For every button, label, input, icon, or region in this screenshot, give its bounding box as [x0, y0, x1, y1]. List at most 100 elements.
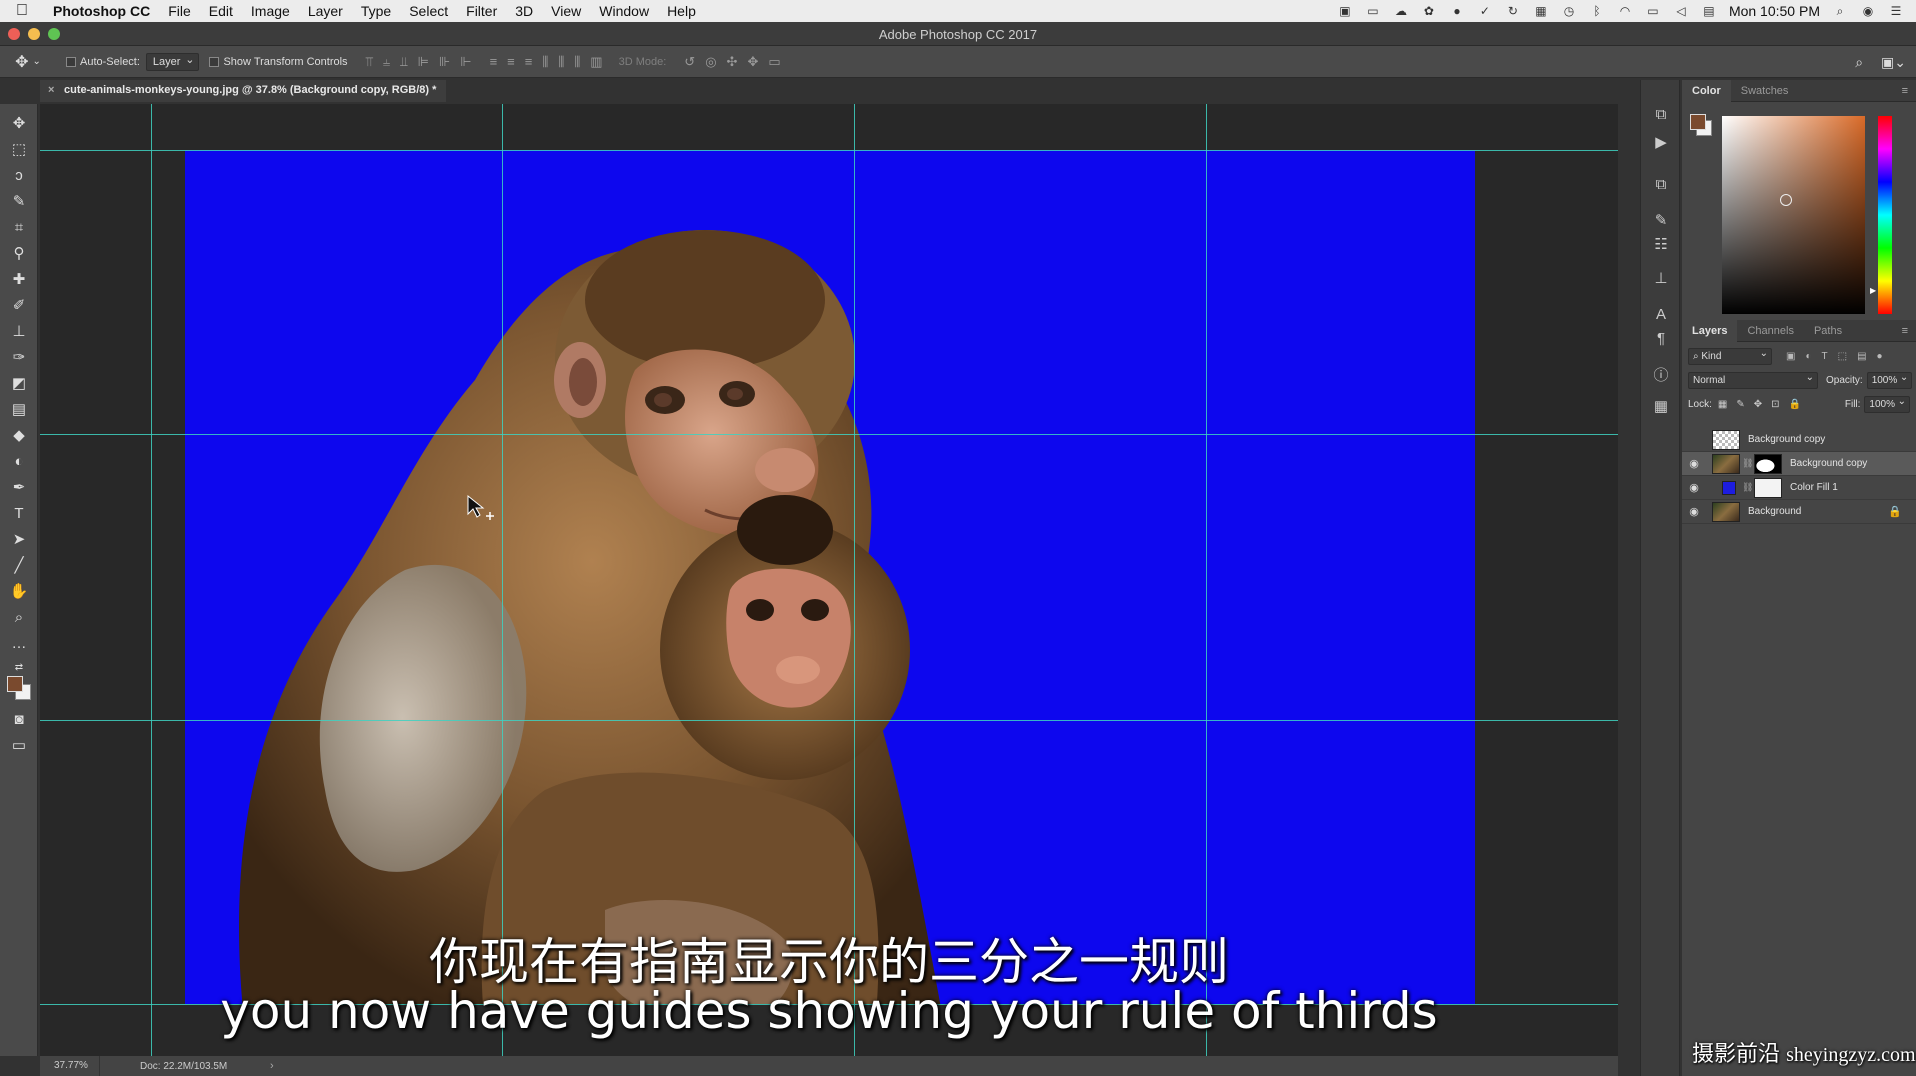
- zoom-level[interactable]: 37.77%: [40, 1056, 100, 1076]
- line-tool-icon[interactable]: ╱: [7, 554, 31, 576]
- menu-3d[interactable]: 3D: [506, 3, 542, 19]
- hue-slider-handle[interactable]: ▶: [1870, 286, 1876, 295]
- filter-adjustment-icon[interactable]: ◐: [1805, 351, 1811, 362]
- dodge-tool-icon[interactable]: ◐: [7, 450, 31, 472]
- layer-filter-dropdown[interactable]: ⌕ Kind: [1688, 348, 1772, 365]
- clone-stamp-tool-icon[interactable]: ⊥: [7, 320, 31, 342]
- auto-select-target-dropdown[interactable]: Layer: [145, 52, 200, 71]
- menu-file[interactable]: File: [159, 3, 200, 19]
- layer-row[interactable]: ◉ Background copy: [1682, 428, 1916, 452]
- guide-vertical-4[interactable]: [1206, 104, 1207, 1056]
- filter-shape-icon[interactable]: ⬚: [1838, 351, 1847, 362]
- history-panel-icon[interactable]: ⧉: [1647, 102, 1675, 126]
- blend-mode-dropdown[interactable]: Normal: [1688, 372, 1818, 389]
- filter-pixel-icon[interactable]: ▣: [1786, 351, 1795, 362]
- cloud-icon[interactable]: ☁: [1393, 4, 1409, 18]
- layer-row[interactable]: ◉ Background 🔒: [1682, 500, 1916, 524]
- filter-type-icon[interactable]: T: [1822, 351, 1828, 362]
- filter-toggle-icon[interactable]: ●: [1877, 351, 1883, 362]
- move-tool-icon[interactable]: ✥: [7, 112, 31, 134]
- path-selection-tool-icon[interactable]: ➤: [7, 528, 31, 550]
- guide-horizontal-1[interactable]: [40, 150, 1618, 151]
- menu-view[interactable]: View: [542, 3, 590, 19]
- hue-slider[interactable]: [1878, 116, 1892, 314]
- color-picker-ring[interactable]: [1780, 194, 1792, 206]
- marquee-tool-icon[interactable]: ⬚: [7, 138, 31, 160]
- lasso-tool-icon[interactable]: ↄ: [7, 164, 31, 186]
- sync-icon[interactable]: ↻: [1505, 4, 1521, 18]
- search-icon[interactable]: ⌕: [1855, 54, 1863, 71]
- tab-swatches[interactable]: Swatches: [1731, 80, 1799, 102]
- panel-menu-icon[interactable]: ≡: [1902, 85, 1916, 97]
- menu-help[interactable]: Help: [658, 3, 705, 19]
- distribute-vcenter-icon[interactable]: ≡: [507, 54, 515, 70]
- gradient-tool-icon[interactable]: ▤: [7, 398, 31, 420]
- volume-icon[interactable]: ◁: [1673, 4, 1689, 18]
- eyedropper-tool-icon[interactable]: ⚲: [7, 242, 31, 264]
- history-brush-tool-icon[interactable]: ✑: [7, 346, 31, 368]
- menu-window[interactable]: Window: [590, 3, 658, 19]
- tool-preset-picker[interactable]: ✥ ⌄: [0, 52, 56, 72]
- screen-mode-icon[interactable]: ▭: [7, 734, 31, 756]
- swap-colors-icon[interactable]: ⇄: [7, 656, 31, 678]
- adjustments-icon[interactable]: ☷: [1647, 232, 1675, 256]
- fill-color-swatch[interactable]: [1722, 480, 1736, 495]
- distribute-left-icon[interactable]: ⫼: [542, 54, 548, 70]
- visibility-eye-icon[interactable]: ◉: [1682, 457, 1706, 470]
- layer-row[interactable]: ◉ ⛓ Color Fill 1: [1682, 476, 1916, 500]
- menu-edit[interactable]: Edit: [200, 3, 242, 19]
- type-tool-icon[interactable]: T: [7, 502, 31, 524]
- camera-icon[interactable]: ▣: [1337, 4, 1353, 18]
- distribute-bottom-icon[interactable]: ≡: [525, 54, 533, 70]
- healing-brush-tool-icon[interactable]: ✚: [7, 268, 31, 290]
- guide-vertical-2[interactable]: [502, 104, 503, 1056]
- 3d-rotate-icon[interactable]: ↺: [684, 54, 695, 70]
- layer-row[interactable]: ◉ ⛓ Background copy: [1682, 452, 1916, 476]
- layer-mask-thumbnail[interactable]: [1754, 477, 1782, 498]
- check-icon[interactable]: ✓: [1477, 4, 1493, 18]
- align-right-icon[interactable]: ⊩: [460, 54, 471, 70]
- crop-tool-icon[interactable]: ⌗: [7, 216, 31, 238]
- zoom-tool-icon[interactable]: ⌕: [7, 606, 31, 628]
- siri-icon[interactable]: ◉: [1860, 4, 1876, 18]
- input-source-icon[interactable]: ▤: [1701, 4, 1717, 18]
- tab-layers[interactable]: Layers: [1682, 319, 1738, 342]
- app-menu[interactable]: Photoshop CC: [44, 3, 159, 19]
- close-tab-icon[interactable]: ×: [48, 84, 54, 96]
- guide-vertical-3[interactable]: [854, 104, 855, 1056]
- align-top-icon[interactable]: ⫪: [366, 54, 373, 70]
- menu-filter[interactable]: Filter: [457, 3, 506, 19]
- spotlight-search-icon[interactable]: ⌕: [1832, 4, 1848, 18]
- notification-center-icon[interactable]: ☰: [1888, 4, 1904, 18]
- align-bottom-icon[interactable]: ⫫: [400, 54, 407, 70]
- eraser-tool-icon[interactable]: ◩: [7, 372, 31, 394]
- menu-image[interactable]: Image: [242, 3, 299, 19]
- align-hcenter-icon[interactable]: ⊪: [439, 54, 450, 70]
- status-menu-arrow[interactable]: ›: [270, 1060, 274, 1072]
- foreground-color-swatch[interactable]: [7, 676, 23, 692]
- show-transform-box[interactable]: [209, 56, 220, 67]
- quick-selection-tool-icon[interactable]: ✎: [7, 190, 31, 212]
- menu-select[interactable]: Select: [400, 3, 457, 19]
- show-transform-checkbox[interactable]: Show Transform Controls: [209, 56, 348, 68]
- auto-select-box[interactable]: [66, 56, 76, 67]
- blur-tool-icon[interactable]: ◆: [7, 424, 31, 446]
- 3d-scale-icon[interactable]: ▭: [768, 54, 780, 70]
- lock-position-icon[interactable]: ✥: [1754, 399, 1762, 410]
- guide-vertical-1[interactable]: [151, 104, 152, 1056]
- lock-transparent-icon[interactable]: ▦: [1718, 399, 1727, 410]
- 3d-drag-icon[interactable]: ✣: [727, 54, 738, 70]
- opacity-field[interactable]: 100%: [1866, 372, 1913, 389]
- bluetooth-icon[interactable]: ᛒ: [1589, 4, 1605, 18]
- paragraph-panel-icon[interactable]: ¶: [1647, 326, 1675, 350]
- auto-select-checkbox[interactable]: Auto-Select:: [66, 56, 140, 68]
- display-icon[interactable]: ▭: [1365, 4, 1381, 18]
- layers-panel-menu-icon[interactable]: ≡: [1902, 325, 1916, 337]
- document-tab[interactable]: × cute-animals-monkeys-young.jpg @ 37.8%…: [40, 80, 447, 102]
- guide-horizontal-2[interactable]: [40, 434, 1618, 435]
- time-machine-icon[interactable]: ◷: [1561, 4, 1577, 18]
- align-left-icon[interactable]: ⊫: [418, 54, 429, 70]
- clone-source-icon[interactable]: ⧉: [1647, 172, 1675, 196]
- pen-tool-icon[interactable]: ✒: [7, 476, 31, 498]
- airplay-icon[interactable]: ▭: [1645, 4, 1661, 18]
